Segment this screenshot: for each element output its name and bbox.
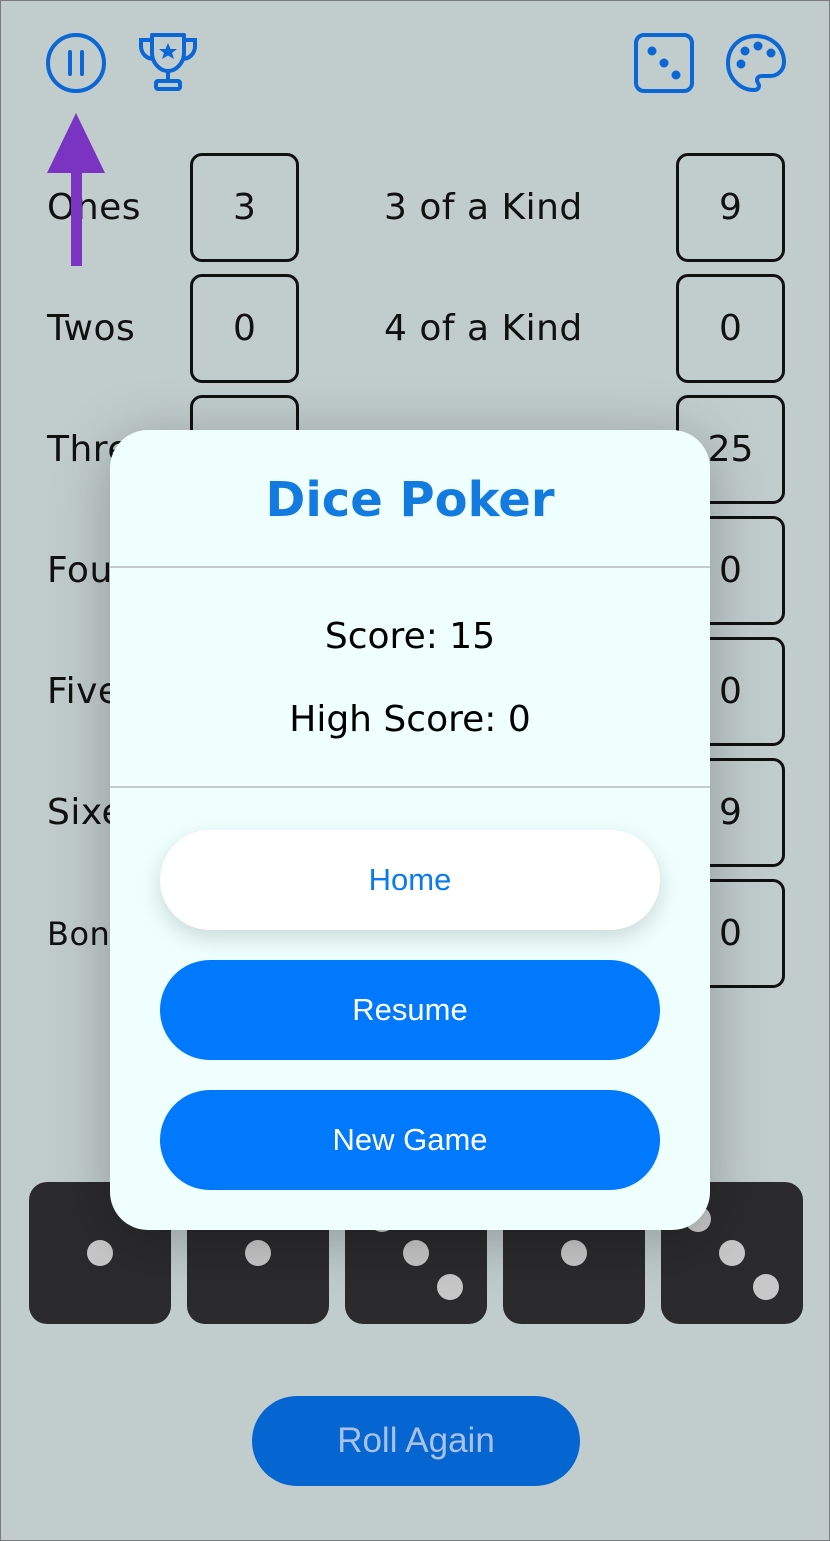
- die-pip: [403, 1240, 429, 1266]
- modal-divider-top: [110, 566, 710, 568]
- label-bonus: Bon: [47, 915, 111, 953]
- score-box-ones[interactable]: 3: [190, 153, 299, 262]
- score-box-three-of-a-kind[interactable]: 9: [676, 153, 785, 262]
- trophy-icon[interactable]: [136, 31, 200, 93]
- die-pip: [437, 1274, 463, 1300]
- high-score: High Score: 0: [289, 699, 531, 740]
- resume-button[interactable]: Resume: [160, 960, 660, 1060]
- roll-again-button[interactable]: Roll Again: [252, 1396, 580, 1486]
- annotation-arrow-icon: [47, 113, 105, 266]
- new-game-button[interactable]: New Game: [160, 1090, 660, 1190]
- pause-modal: Dice Poker Score: 15 High Score: 0 Home …: [110, 430, 710, 1230]
- dice-icon[interactable]: [633, 32, 695, 94]
- label-four-of-a-kind: 4 of a Kind: [384, 308, 583, 349]
- modal-title: Dice Poker: [265, 472, 555, 528]
- pause-icon[interactable]: [45, 32, 107, 94]
- die-pip: [87, 1240, 113, 1266]
- current-score: Score: 15: [324, 616, 496, 657]
- modal-divider-bottom: [110, 786, 710, 788]
- die-pip: [245, 1240, 271, 1266]
- label-twos: Twos: [47, 308, 136, 349]
- die-pip: [561, 1240, 587, 1266]
- die-pip: [753, 1274, 779, 1300]
- label-fours: Fou: [47, 550, 113, 591]
- die-pip: [719, 1240, 745, 1266]
- home-button[interactable]: Home: [160, 830, 660, 930]
- score-box-four-of-a-kind[interactable]: 0: [676, 274, 785, 383]
- score-box-twos[interactable]: 0: [190, 274, 299, 383]
- label-three-of-a-kind: 3 of a Kind: [384, 187, 583, 228]
- palette-icon[interactable]: [724, 32, 788, 94]
